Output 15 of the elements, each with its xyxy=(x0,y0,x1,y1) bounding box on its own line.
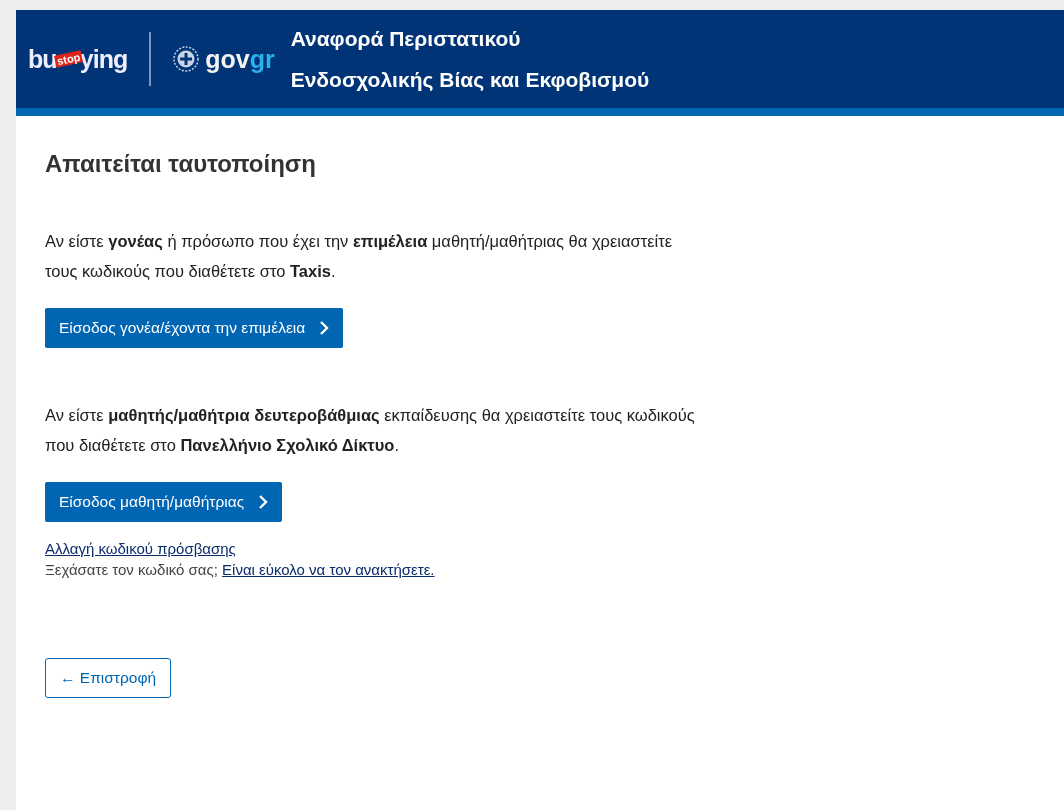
chevron-icon xyxy=(258,494,269,510)
instruction-text: Αν είστε γονέας ή πρόσωπο που έχει την επιμέλεια μαθητή/μαθήτριας θα χρειαστείτε τους κωδικούς που διαθέτετε στο Taxis. xyxy=(45,231,674,282)
recover-link[interactable]: Είναι εύκολο να τον ανακτήσετε. xyxy=(222,561,435,578)
chevron-icon xyxy=(319,320,330,336)
back-button[interactable]: ← Επιστροφή xyxy=(45,658,172,698)
bullying-logo[interactable]: bu stop ying xyxy=(28,44,128,74)
forgot-text: Ξεχάσατε τον κωδικό σας; xyxy=(45,561,218,578)
gov-logo[interactable]: govgr xyxy=(205,44,275,74)
change-password-link[interactable]: Αλλαγή κωδικού πρόσβασης xyxy=(45,540,1035,557)
login-button[interactable]: Είσοδος μαθητή/μαθήτριας xyxy=(45,482,283,522)
page-title: Αναφορά Περιστατικού Ενδοσχολικής Βίας και Εκφοβισμού xyxy=(290,26,650,93)
instruction-text: Αν είστε μαθητής/μαθήτρια δευτεροβάθμιας εκπαίδευσης θα χρειαστείτε τους κωδικούς που διαθέτετε στο Πανελλήνιο Σχολικό Δίκτυο. xyxy=(45,405,696,456)
emblem-icon xyxy=(173,46,200,72)
login-button[interactable]: Είσοδος γονέα/έχοντα την επιμέλεια xyxy=(45,308,344,348)
page-heading: Απαιτείται ταυτοποίηση xyxy=(45,150,317,178)
